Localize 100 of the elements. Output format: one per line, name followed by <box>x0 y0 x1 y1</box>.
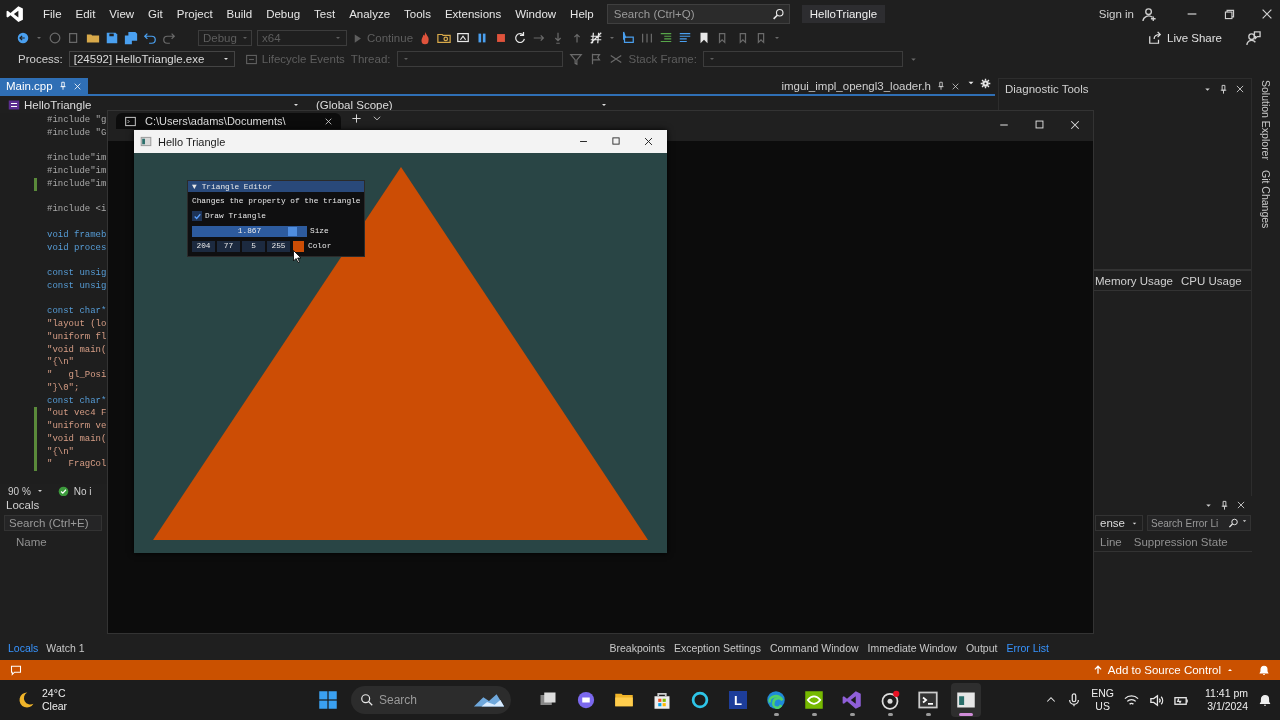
pin-icon[interactable] <box>1218 83 1229 95</box>
live-share-button[interactable]: Live Share <box>1148 31 1222 45</box>
save-all-icon[interactable] <box>124 31 138 45</box>
language-indicator[interactable]: ENG US <box>1091 687 1114 713</box>
close-icon[interactable] <box>643 136 654 147</box>
process-dropdown[interactable]: [24592] HelloTriangle.exe <box>68 51 235 67</box>
menu-item[interactable]: Extensions <box>437 8 509 20</box>
search-field[interactable]: Search (Ctrl+E) <box>4 515 102 531</box>
menu-item[interactable]: View <box>102 8 142 20</box>
start-icon[interactable] <box>318 690 338 710</box>
panel-title: Diagnostic Tools <box>1005 83 1089 95</box>
panel-tab[interactable]: Memory Usage <box>1095 274 1173 287</box>
code-line: void frameb <box>47 228 107 242</box>
close-icon[interactable] <box>1260 7 1274 21</box>
menu-item[interactable]: Edit <box>68 8 103 20</box>
app-window-icon[interactable] <box>956 690 976 710</box>
source-control-button[interactable]: Add to Source Control <box>1092 664 1234 676</box>
check-circle-icon <box>57 485 69 497</box>
column-header[interactable]: Suppression State <box>1133 535 1228 548</box>
hash-strike-icon[interactable] <box>589 31 604 45</box>
code-line: "out vec4 F <box>47 407 107 420</box>
panel-tab[interactable]: Watch 1 <box>46 642 85 654</box>
pin-icon[interactable] <box>1219 499 1230 511</box>
editor-tab[interactable]: imgui_impl_opengl3_loader.h <box>775 78 966 94</box>
comment-icon[interactable] <box>678 31 693 45</box>
record-icon[interactable] <box>880 690 900 710</box>
app-icon[interactable]: L <box>729 691 747 709</box>
app-logo-icon <box>6 5 24 23</box>
sign-in-link[interactable]: Sign in <box>1098 8 1134 20</box>
zoom-dropdown[interactable]: 90 % <box>8 485 31 497</box>
project-dropdown[interactable]: HelloTriangle <box>4 97 304 112</box>
panel-tab[interactable]: Breakpoints <box>609 642 665 654</box>
terminal-icon[interactable] <box>918 690 938 710</box>
folder-search-icon[interactable] <box>437 31 452 45</box>
indent-icon[interactable] <box>659 31 674 45</box>
redo-icon[interactable] <box>162 31 176 45</box>
feedback-icon[interactable] <box>1246 30 1261 46</box>
filter-dropdown[interactable]: ense <box>1095 515 1143 531</box>
volume-icon[interactable] <box>1149 692 1164 708</box>
scope-dropdown[interactable]: (Global Scope) <box>312 97 612 112</box>
panel-tab[interactable]: Locals <box>8 642 39 654</box>
filter-icon[interactable] <box>568 52 583 66</box>
columns-icon[interactable] <box>640 31 655 45</box>
menu-item[interactable]: Test <box>307 8 343 20</box>
menu-item[interactable]: Project <box>169 8 220 20</box>
process-label: Process: <box>18 53 63 65</box>
person-add-icon[interactable] <box>1142 6 1157 22</box>
bell-icon[interactable] <box>1258 664 1270 676</box>
maximize-icon[interactable] <box>611 136 621 146</box>
browser-icon[interactable] <box>766 690 786 710</box>
shopping-bag-icon[interactable] <box>652 690 672 710</box>
menu-item[interactable]: Debug <box>259 8 308 20</box>
slider-handle[interactable] <box>287 226 297 236</box>
undo-icon[interactable] <box>143 31 157 45</box>
terminal-tab[interactable]: C:\Users\adams\Documents\ <box>116 113 341 129</box>
search-field[interactable]: Search (Ctrl+Q) <box>606 4 790 24</box>
column-header[interactable]: Name <box>16 536 47 548</box>
checkbox[interactable] <box>192 211 202 221</box>
caret-icon <box>334 34 342 42</box>
panel-tab[interactable]: Error List <box>1006 642 1049 654</box>
chevron-down-icon[interactable] <box>372 113 382 123</box>
save-icon[interactable] <box>105 31 119 45</box>
cursor-box-icon[interactable] <box>621 31 636 45</box>
restore-icon[interactable] <box>1223 7 1236 21</box>
editor-tab[interactable]: Main.cpp <box>0 78 88 94</box>
ring-icon[interactable] <box>690 690 710 710</box>
menu-item[interactable]: Help <box>563 8 601 20</box>
clock[interactable]: 11:41 pm 3/1/2024 <box>1205 687 1248 713</box>
microphone-icon[interactable] <box>1067 693 1082 707</box>
issues-status[interactable]: No i <box>73 485 92 497</box>
panel-tab[interactable]: Output <box>965 642 998 654</box>
notification-bell-icon[interactable] <box>1258 693 1272 707</box>
panel-tab[interactable]: Exception Settings <box>673 642 761 654</box>
menu-item[interactable]: Tools <box>397 8 438 20</box>
color-swatch[interactable] <box>293 240 304 252</box>
code-line: #include"im <box>47 177 107 191</box>
pin-icon[interactable] <box>936 81 946 91</box>
panel-tab[interactable]: CPU Usage <box>1180 274 1242 287</box>
side-tab[interactable]: Git Changes <box>1260 169 1272 229</box>
menu-item[interactable]: Git <box>141 8 170 20</box>
chat-icon[interactable] <box>576 690 596 710</box>
settings-icon[interactable] <box>980 78 991 89</box>
menu-item[interactable]: Window <box>508 8 564 20</box>
menu-item[interactable]: File <box>36 8 69 20</box>
code-line: "}\0"; <box>47 381 80 395</box>
message-icon[interactable] <box>10 664 22 676</box>
menu-item[interactable]: Build <box>219 8 260 20</box>
screen-icon[interactable] <box>456 31 471 45</box>
side-tab[interactable]: Solution Explorer <box>1260 80 1272 160</box>
code-line: #include"im <box>47 152 107 165</box>
panel-tab[interactable]: Command Window <box>769 642 859 654</box>
restart-icon[interactable] <box>513 31 528 45</box>
eye-logo-icon[interactable] <box>804 690 824 710</box>
window-title: Hello Triangle <box>158 135 226 148</box>
new-tab-icon[interactable] <box>351 113 362 124</box>
search-field[interactable]: Search Error Li <box>1147 515 1251 531</box>
column-header[interactable]: Line <box>1100 535 1122 548</box>
panel-tab[interactable]: Immediate Window <box>867 642 957 654</box>
search-field[interactable]: Search <box>351 686 511 714</box>
menu-item[interactable]: Analyze <box>342 8 398 20</box>
